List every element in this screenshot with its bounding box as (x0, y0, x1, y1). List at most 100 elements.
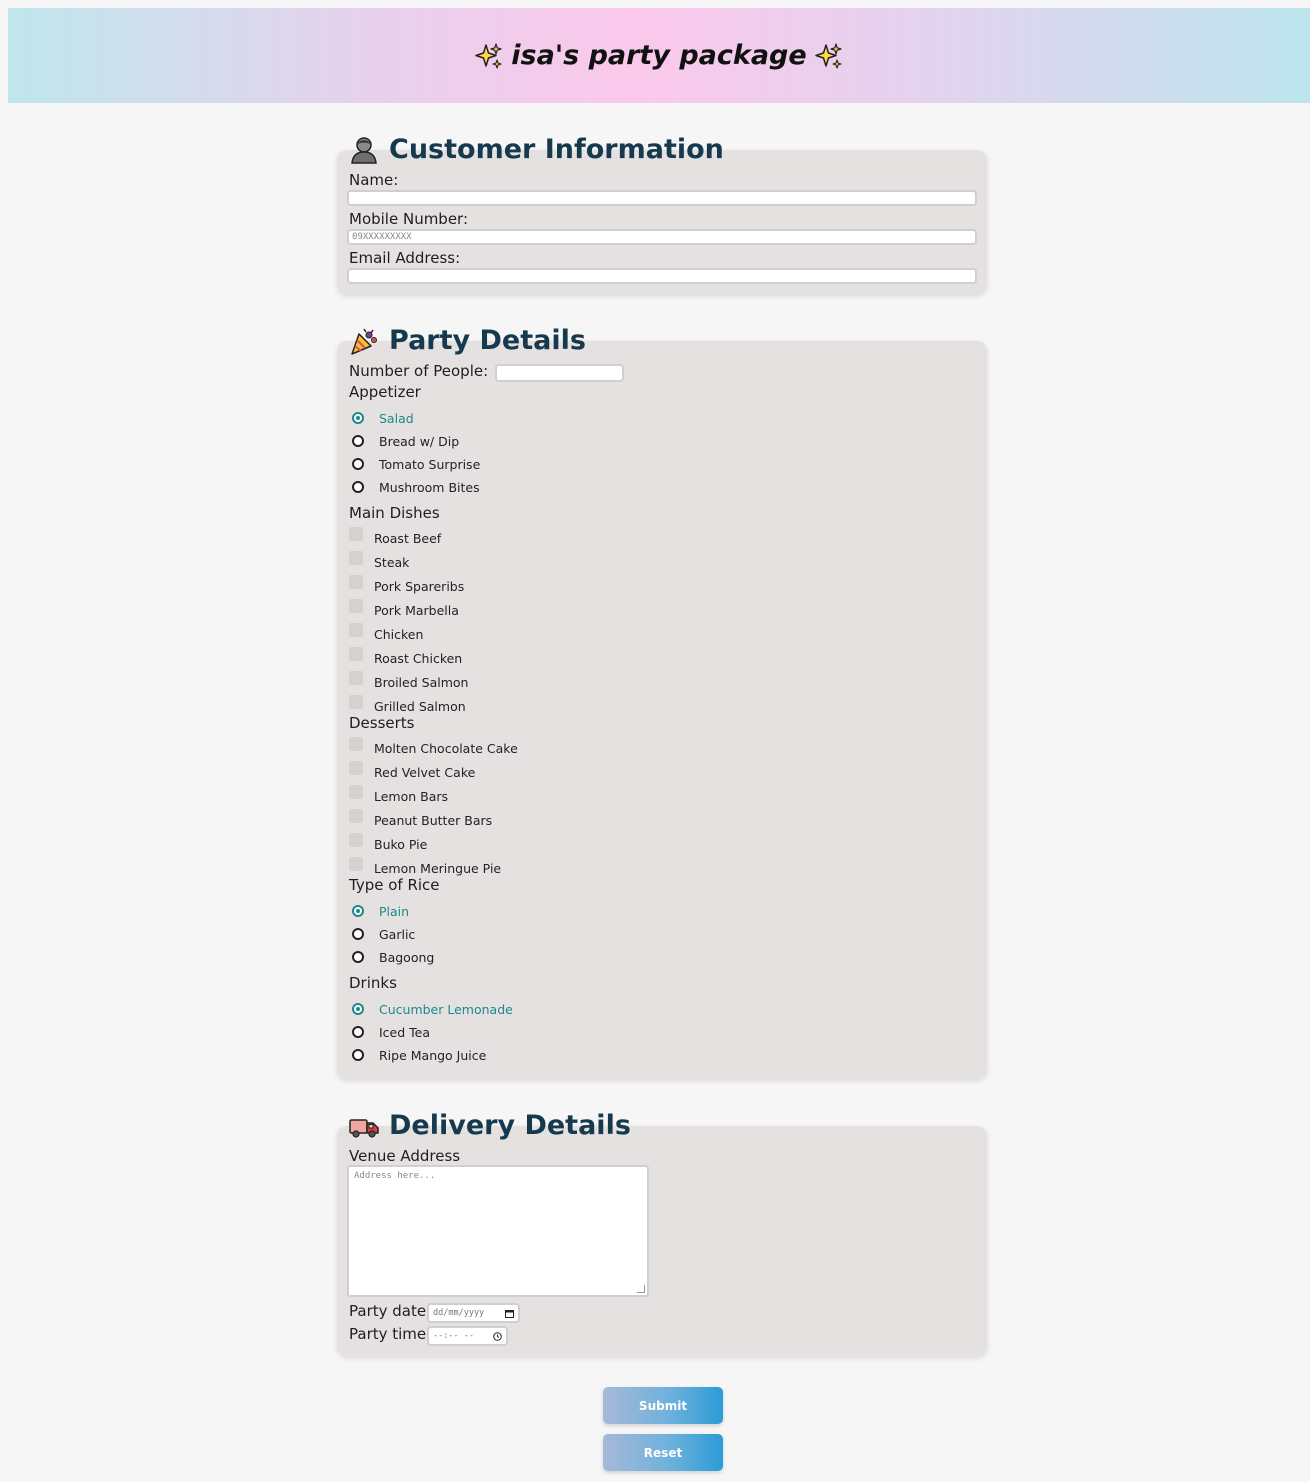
number-of-people-label: Number of People: (349, 362, 489, 380)
rice-option[interactable]: Garlic (349, 924, 415, 944)
option-label: Roast Beef (374, 530, 442, 546)
radio-button[interactable] (352, 928, 364, 940)
checkbox[interactable] (349, 737, 363, 751)
checkbox[interactable] (349, 623, 363, 637)
resize-handle-icon[interactable] (637, 1285, 645, 1293)
customer-section-title: Customer Information (389, 134, 724, 165)
option-label: Pork Marbella (374, 602, 459, 618)
customer-section-heading: Customer Information (349, 134, 724, 165)
checkbox[interactable] (349, 671, 363, 685)
option-label: Broiled Salmon (374, 674, 469, 690)
checkbox[interactable] (349, 599, 363, 613)
option-label: Bagoong (379, 949, 435, 965)
main-dish-option[interactable]: Chicken (349, 623, 424, 644)
rice-option[interactable]: Plain (349, 901, 409, 921)
option-label: Grilled Salmon (374, 698, 466, 714)
checkbox[interactable] (349, 809, 363, 823)
party-time-input[interactable]: --:-- -- (427, 1326, 508, 1346)
option-label: Molten Chocolate Cake (374, 740, 518, 756)
dessert-option[interactable]: Peanut Butter Bars (349, 809, 493, 830)
option-label: Tomato Surprise (379, 456, 481, 472)
mobile-number-label: Mobile Number: (349, 210, 469, 228)
radio-button[interactable] (352, 435, 364, 447)
main-dish-option[interactable]: Pork Marbella (349, 599, 459, 620)
appetizer-option[interactable]: Mushroom Bites (349, 477, 480, 497)
mobile-number-input[interactable]: 09XXXXXXXXX (347, 229, 977, 245)
calendar-icon[interactable] (505, 1309, 514, 1318)
main-dish-option[interactable]: Roast Chicken (349, 647, 463, 668)
main-dish-option[interactable]: Pork Spareribs (349, 575, 465, 596)
option-label: Garlic (379, 926, 416, 942)
option-label: Peanut Butter Bars (374, 812, 493, 828)
main-dishes-label: Main Dishes (349, 504, 440, 522)
appetizer-option[interactable]: Salad (349, 408, 414, 428)
checkbox[interactable] (349, 857, 363, 871)
checkbox[interactable] (349, 785, 363, 799)
radio-button[interactable] (352, 1026, 364, 1038)
drink-option[interactable]: Iced Tea (349, 1022, 430, 1042)
delivery-truck-icon (349, 1118, 379, 1138)
email-address-input[interactable] (347, 268, 977, 284)
main-dish-option[interactable]: Grilled Salmon (349, 695, 466, 716)
delivery-section-heading: Delivery Details (349, 1110, 631, 1141)
rice-option[interactable]: Bagoong (349, 947, 434, 967)
submit-button[interactable]: Submit (603, 1387, 723, 1424)
radio-button[interactable] (352, 481, 364, 493)
sparkles-icon (814, 42, 842, 69)
option-label: Plain (379, 903, 410, 919)
main-dish-option[interactable]: Broiled Salmon (349, 671, 469, 692)
radio-button[interactable] (352, 905, 364, 917)
dessert-option[interactable]: Red Velvet Cake (349, 761, 476, 782)
main-dish-option[interactable]: Steak (349, 551, 410, 572)
option-label: Lemon Bars (374, 788, 449, 804)
party-date-label: Party date (349, 1302, 427, 1320)
checkbox[interactable] (349, 551, 363, 565)
drink-option[interactable]: Ripe Mango Juice (349, 1045, 486, 1065)
appetizer-option[interactable]: Tomato Surprise (349, 454, 480, 474)
site-title: isa's party package (475, 40, 842, 71)
name-input[interactable] (347, 190, 977, 206)
checkbox[interactable] (349, 647, 363, 661)
dessert-option[interactable]: Lemon Bars (349, 785, 449, 806)
drinks-label: Drinks (349, 974, 397, 992)
option-label: Roast Chicken (374, 650, 463, 666)
dessert-option[interactable]: Molten Chocolate Cake (349, 737, 518, 758)
option-label: Chicken (374, 626, 424, 642)
dessert-option[interactable]: Buko Pie (349, 833, 427, 854)
venue-address-label: Venue Address (349, 1147, 461, 1165)
radio-button[interactable] (352, 1003, 364, 1015)
party-details-section: Party Details Number of People: Appetize… (337, 325, 987, 1079)
radio-button[interactable] (352, 951, 364, 963)
radio-button[interactable] (352, 412, 364, 424)
venue-address-textarea[interactable]: Address here... (347, 1165, 649, 1297)
party-date-input[interactable]: dd/mm/yyyy (427, 1303, 520, 1323)
option-label: Bread w/ Dip (379, 433, 460, 449)
option-label: Iced Tea (379, 1024, 431, 1040)
party-popper-icon (351, 328, 377, 355)
appetizer-option[interactable]: Bread w/ Dip (349, 431, 459, 451)
option-label: Mushroom Bites (379, 479, 480, 495)
delivery-details-section: Delivery Details Venue Address Address h… (337, 1110, 987, 1356)
venue-address-placeholder: Address here... (354, 1171, 436, 1181)
option-label: Pork Spareribs (374, 578, 465, 594)
radio-button[interactable] (352, 458, 364, 470)
option-label: Cucumber Lemonade (379, 1001, 513, 1017)
checkbox[interactable] (349, 575, 363, 589)
name-label: Name: (349, 171, 399, 189)
drink-option[interactable]: Cucumber Lemonade (349, 999, 513, 1019)
main-dish-option[interactable]: Roast Beef (349, 527, 442, 548)
reset-button[interactable]: Reset (603, 1434, 723, 1471)
checkbox[interactable] (349, 527, 363, 541)
number-of-people-input[interactable] (495, 364, 624, 382)
party-section-title: Party Details (389, 325, 586, 356)
option-label: Red Velvet Cake (374, 764, 476, 780)
clock-icon[interactable] (493, 1331, 502, 1341)
dessert-option[interactable]: Lemon Meringue Pie (349, 857, 502, 878)
option-label: Steak (374, 554, 410, 570)
radio-button[interactable] (352, 1049, 364, 1061)
checkbox[interactable] (349, 761, 363, 775)
checkbox[interactable] (349, 695, 363, 709)
option-label: Lemon Meringue Pie (374, 860, 502, 876)
checkbox[interactable] (349, 833, 363, 847)
date-placeholder: dd/mm/yyyy (433, 1308, 485, 1318)
